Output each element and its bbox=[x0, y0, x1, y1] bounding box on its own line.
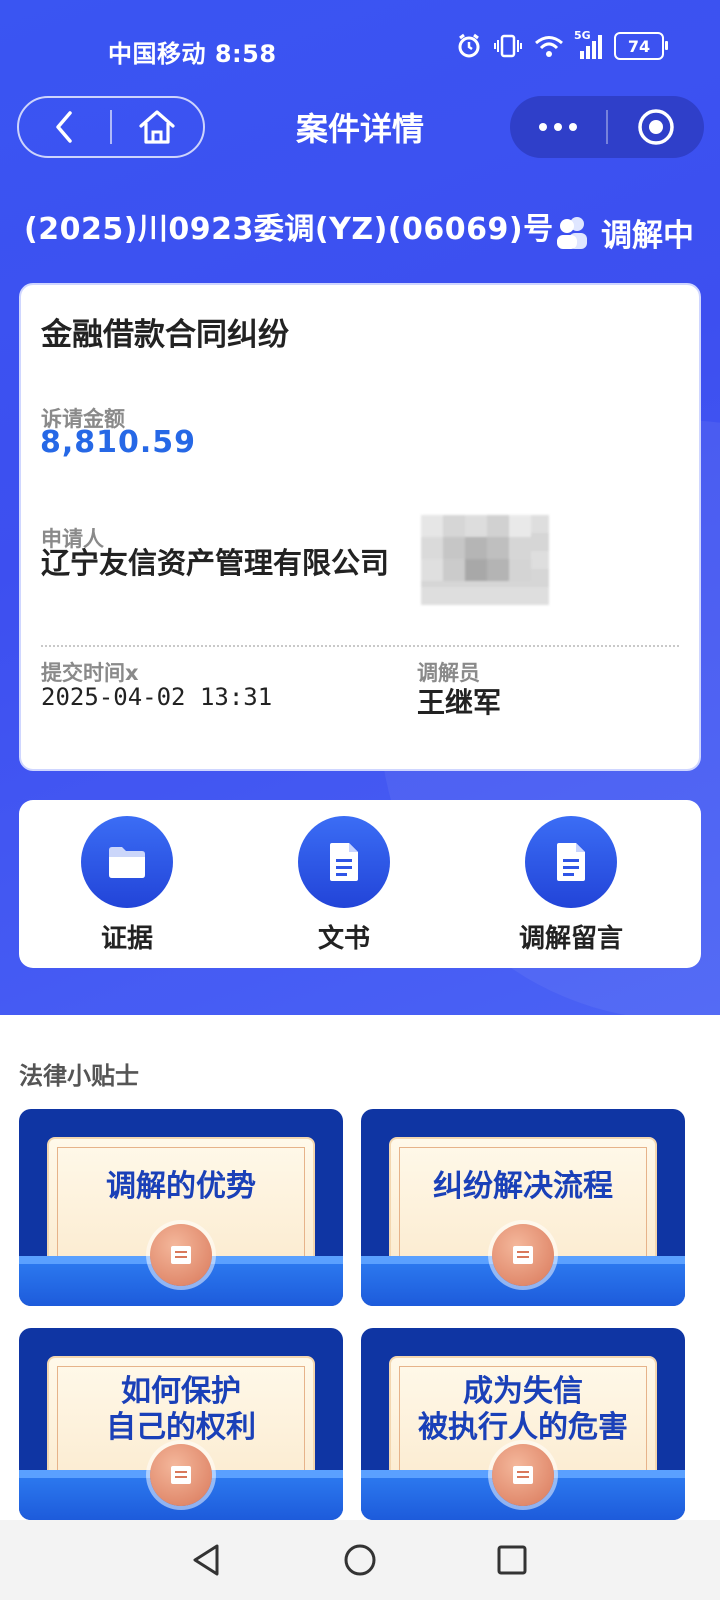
square-recents-icon bbox=[497, 1545, 527, 1575]
network-type: 5G bbox=[574, 29, 591, 42]
tip-title: 调解的优势 bbox=[106, 1169, 256, 1204]
tip-card-dispute-process[interactable]: 纠纷解决流程 bbox=[361, 1109, 685, 1306]
vibrate-icon bbox=[494, 34, 522, 58]
more-dots-icon bbox=[539, 123, 577, 131]
case-info-card: 金融借款合同纠纷 诉请金额 8,810.59 申请人 辽宁友信资产管理有限公司 … bbox=[19, 283, 701, 771]
mediation-users-icon bbox=[557, 216, 587, 249]
tip-title-line1: 如何保护 bbox=[121, 1374, 241, 1409]
mediator-name: 王继军 bbox=[417, 686, 502, 719]
documents-button[interactable]: 文书 bbox=[264, 816, 424, 955]
tip-title: 成为失信 被执行人的危害 bbox=[361, 1374, 685, 1446]
document-icon bbox=[330, 843, 358, 881]
system-recents-button[interactable] bbox=[490, 1538, 534, 1582]
nav-capsule-left bbox=[17, 96, 205, 158]
back-button[interactable] bbox=[19, 98, 110, 156]
battery-level: 74 bbox=[627, 36, 651, 56]
tip-card-protect-rights[interactable]: 如何保护 自己的权利 bbox=[19, 1328, 343, 1520]
book-icon bbox=[150, 1444, 212, 1506]
carrier-name: 中国移动 bbox=[108, 40, 206, 68]
system-back-button[interactable] bbox=[184, 1538, 228, 1582]
evidence-button[interactable]: 证据 bbox=[47, 816, 207, 955]
case-status: 调解中 bbox=[555, 210, 694, 255]
tip-card-mediation-advantages[interactable]: 调解的优势 bbox=[19, 1109, 343, 1306]
mediation-message-button[interactable]: 调解留言 bbox=[491, 816, 651, 955]
tip-title: 如何保护 自己的权利 bbox=[19, 1374, 343, 1446]
documents-label: 文书 bbox=[317, 924, 370, 954]
mediation-message-icon-circle bbox=[525, 816, 617, 908]
signal-icon: 5G bbox=[574, 29, 602, 59]
book-icon bbox=[492, 1444, 554, 1506]
wifi-icon bbox=[535, 36, 563, 57]
tip-card-dishonest-debtor[interactable]: 成为失信 被执行人的危害 bbox=[361, 1328, 685, 1520]
tip-title-line2: 自己的权利 bbox=[106, 1410, 256, 1445]
folder-icon bbox=[109, 847, 145, 878]
home-icon bbox=[139, 110, 176, 144]
target-icon bbox=[638, 109, 674, 145]
amount-value: 8,810.59 bbox=[40, 425, 197, 460]
close-miniapp-button[interactable] bbox=[608, 98, 704, 156]
tip-title-line1: 成为失信 bbox=[463, 1374, 583, 1409]
legal-tips-title: 法律小贴士 bbox=[19, 1062, 139, 1090]
home-button[interactable] bbox=[112, 98, 203, 156]
case-type: 金融借款合同纠纷 bbox=[41, 317, 289, 353]
triangle-back-icon bbox=[193, 1544, 219, 1576]
book-icon bbox=[492, 1224, 554, 1286]
more-button[interactable] bbox=[510, 98, 606, 156]
document-icon bbox=[557, 843, 585, 881]
divider bbox=[41, 645, 679, 647]
battery-icon: 74 bbox=[614, 32, 668, 60]
book-icon bbox=[150, 1224, 212, 1286]
evidence-label: 证据 bbox=[100, 924, 153, 954]
circle-home-icon bbox=[344, 1544, 376, 1576]
case-status-label: 调解中 bbox=[601, 218, 694, 254]
tip-title-line2: 被执行人的危害 bbox=[418, 1410, 628, 1445]
nav-capsule-right bbox=[510, 96, 704, 158]
chevron-left-icon bbox=[55, 111, 72, 143]
tip-title: 纠纷解决流程 bbox=[433, 1169, 613, 1204]
alarm-icon bbox=[458, 33, 480, 58]
status-bar: 中国移动 8:58 5G 74 bbox=[0, 0, 720, 90]
submit-time-value: 2025-04-02 13:31 bbox=[41, 683, 273, 711]
evidence-icon-circle bbox=[81, 816, 173, 908]
redacted-region bbox=[421, 515, 549, 605]
case-number: (2025)川0923委调(YZ)(06069)号 bbox=[24, 212, 554, 247]
clock: 8:58 bbox=[214, 40, 277, 68]
applicant-name: 辽宁友信资产管理有限公司 bbox=[41, 546, 390, 580]
mediation-message-label: 调解留言 bbox=[518, 924, 623, 954]
system-home-button[interactable] bbox=[338, 1538, 382, 1582]
carrier-time: 中国移动 8:58 bbox=[108, 34, 277, 69]
actions-card: 证据 文书 调解留言 bbox=[19, 800, 701, 968]
documents-icon-circle bbox=[298, 816, 390, 908]
status-icons: 5G 74 bbox=[456, 29, 668, 60]
system-nav-bar bbox=[0, 1520, 720, 1600]
